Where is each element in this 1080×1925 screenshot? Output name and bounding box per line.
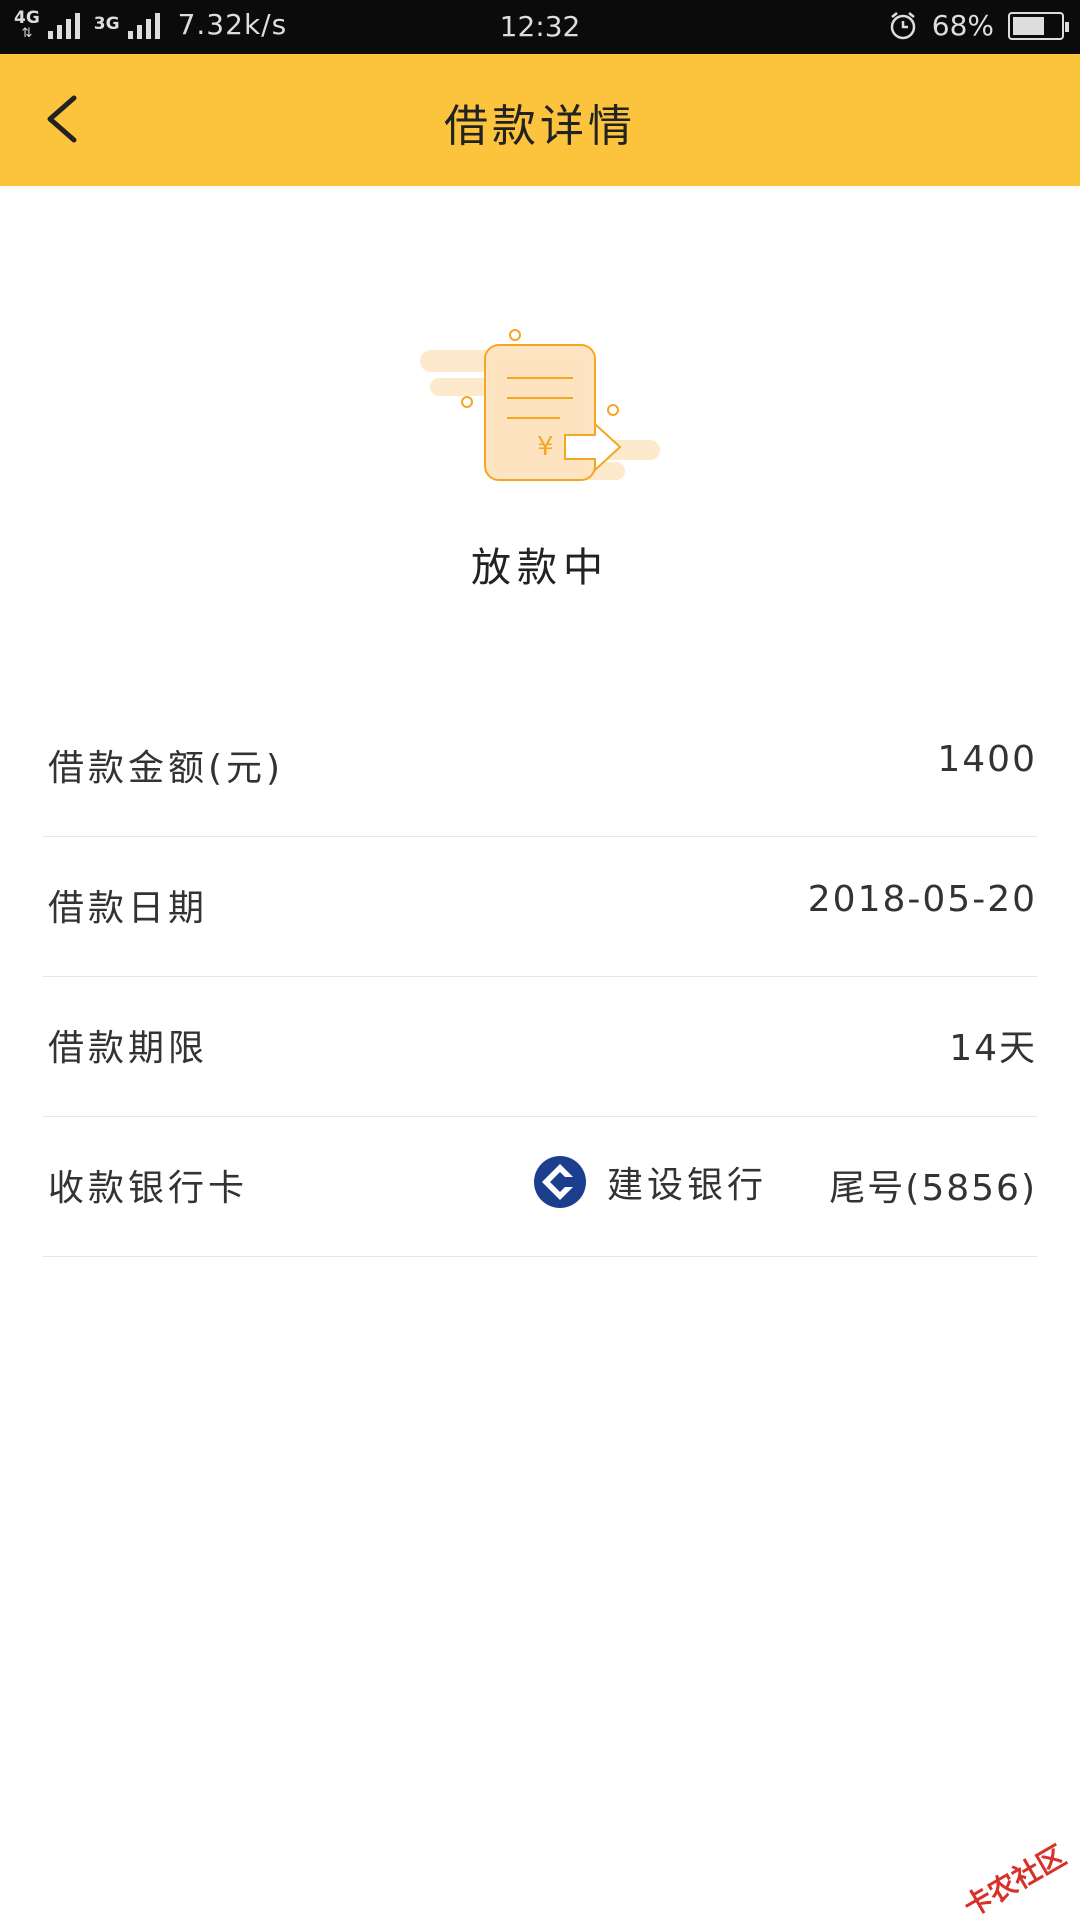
loan-term-label: 借款期限 [48, 1019, 208, 1071]
app-bar: 借款详情 [0, 54, 1080, 186]
row-receiving-card: 收款银行卡 建设银行 尾号(5856) [43, 1117, 1037, 1257]
alarm-icon [888, 11, 918, 41]
loan-disbursing-icon: ¥ [415, 320, 665, 490]
battery-fill [1013, 17, 1044, 35]
page-title: 借款详情 [0, 90, 1080, 154]
battery-percent: 68% [932, 9, 994, 42]
receiving-card-label: 收款银行卡 [48, 1159, 248, 1211]
loan-date-value: 2018-05-20 [808, 879, 1037, 920]
status-right: 68% [888, 9, 1064, 42]
loan-date-label: 借款日期 [48, 879, 208, 931]
loan-status: 放款中 [0, 535, 1080, 593]
card-tail-number: 尾号(5856) [829, 1159, 1037, 1211]
watermark: 卡农社区 [955, 1835, 1072, 1925]
ccb-bank-logo-icon [533, 1155, 587, 1209]
status-bar: 4G ⇅ 3G 7.32k/s 12:32 68% [0, 0, 1080, 54]
row-loan-term: 借款期限 14天 [43, 977, 1037, 1117]
loan-amount-label: 借款金额(元) [48, 739, 284, 791]
loan-amount-value: 1400 [937, 739, 1037, 780]
bank-info: 建设银行 [533, 1155, 767, 1209]
row-loan-date: 借款日期 2018-05-20 [43, 837, 1037, 977]
bank-name: 建设银行 [607, 1156, 767, 1208]
row-loan-amount: 借款金额(元) 1400 [43, 697, 1037, 837]
loan-term-value: 14天 [949, 1019, 1037, 1071]
battery-icon [1008, 12, 1064, 40]
svg-text:¥: ¥ [537, 432, 554, 462]
